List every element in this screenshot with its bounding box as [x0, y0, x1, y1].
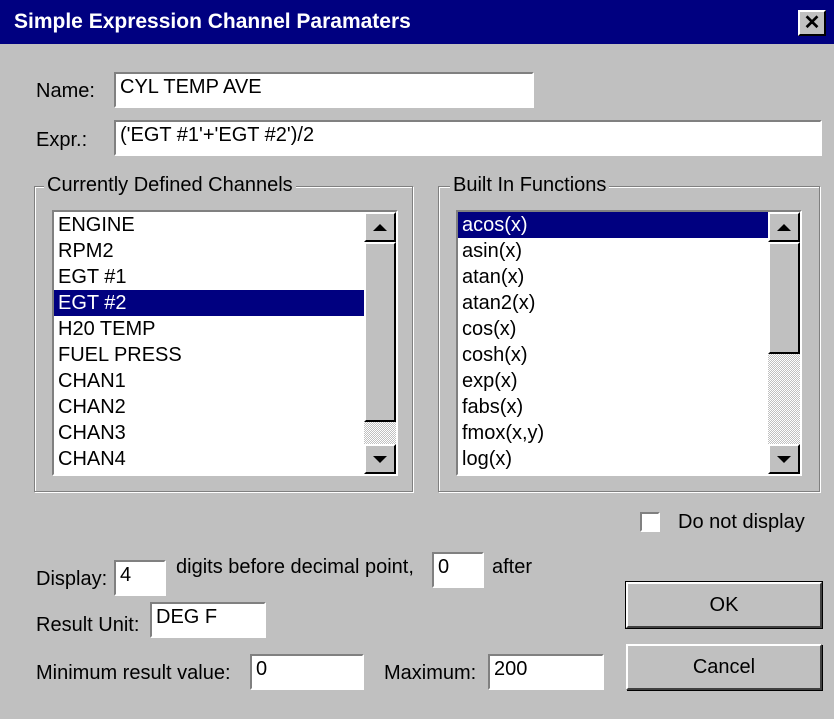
list-item[interactable]: CHAN3 — [54, 420, 364, 446]
list-item[interactable]: fabs(x) — [458, 394, 768, 420]
ok-button[interactable]: OK — [625, 581, 823, 629]
close-icon: ✕ — [803, 12, 821, 34]
list-item[interactable]: RPM2 — [54, 238, 364, 264]
max-label: Maximum: — [384, 662, 477, 684]
list-item[interactable]: EGT #2 — [54, 290, 364, 316]
digits-after-input[interactable]: 0 — [432, 552, 484, 588]
do-not-display-label: Do not display — [678, 511, 805, 533]
digits-after-label: after — [492, 556, 533, 578]
functions-legend: Built In Functions — [450, 174, 610, 197]
digits-before-label: digits before decimal point, — [176, 556, 414, 578]
digits-before-input[interactable]: 4 — [114, 560, 166, 596]
name-label: Name: — [36, 80, 95, 102]
list-item[interactable]: CHAN4 — [54, 446, 364, 472]
list-item[interactable]: acos(x) — [458, 212, 768, 238]
min-value-input[interactable]: 0 — [250, 654, 364, 690]
arrow-down-icon — [777, 455, 791, 463]
channels-scrollbar[interactable] — [364, 212, 396, 474]
scroll-thumb[interactable] — [364, 242, 396, 422]
min-label: Minimum result value: — [36, 662, 231, 684]
result-unit-input[interactable]: DEG F — [150, 602, 266, 638]
list-item[interactable]: exp(x) — [458, 368, 768, 394]
list-item[interactable]: cosh(x) — [458, 342, 768, 368]
arrow-up-icon — [777, 223, 791, 231]
list-item[interactable]: ENGINE — [54, 212, 364, 238]
name-input[interactable]: CYL TEMP AVE — [114, 72, 534, 108]
channels-legend: Currently Defined Channels — [44, 174, 296, 197]
functions-scrollbar[interactable] — [768, 212, 800, 474]
scroll-down-button[interactable] — [768, 444, 800, 474]
scroll-up-button[interactable] — [364, 212, 396, 242]
functions-listbox[interactable]: acos(x) asin(x) atan(x) atan2(x) cos(x) cosh(… — [456, 210, 802, 476]
list-item[interactable]: atan2(x) — [458, 290, 768, 316]
list-item[interactable]: CHAN1 — [54, 368, 364, 394]
expr-input[interactable]: ('EGT #1'+'EGT #2')/2 — [114, 120, 822, 156]
list-item[interactable]: EGT #1 — [54, 264, 364, 290]
scroll-thumb[interactable] — [768, 242, 800, 354]
list-item[interactable]: CHAN2 — [54, 394, 364, 420]
close-button[interactable]: ✕ — [798, 10, 826, 36]
list-item[interactable]: fmox(x,y) — [458, 420, 768, 446]
result-unit-label: Result Unit: — [36, 614, 140, 636]
scroll-down-button[interactable] — [364, 444, 396, 474]
list-item[interactable]: cos(x) — [458, 316, 768, 342]
max-value-input[interactable]: 200 — [488, 654, 604, 690]
list-item[interactable]: atan(x) — [458, 264, 768, 290]
display-label: Display: — [36, 568, 108, 590]
list-item[interactable]: log(x) — [458, 446, 768, 472]
list-item[interactable]: FUEL PRESS — [54, 342, 364, 368]
do-not-display-checkbox[interactable] — [640, 512, 660, 532]
cancel-button[interactable]: Cancel — [626, 644, 822, 690]
window-title: Simple Expression Channel Paramaters — [14, 10, 411, 33]
list-item[interactable]: H20 TEMP — [54, 316, 364, 342]
list-item[interactable]: asin(x) — [458, 238, 768, 264]
scroll-up-button[interactable] — [768, 212, 800, 242]
channels-listbox[interactable]: ENGINE RPM2 EGT #1 EGT #2 H20 TEMP FUEL PRESS… — [52, 210, 398, 476]
arrow-up-icon — [373, 223, 387, 231]
arrow-down-icon — [373, 455, 387, 463]
expr-label: Expr.: — [36, 129, 88, 151]
